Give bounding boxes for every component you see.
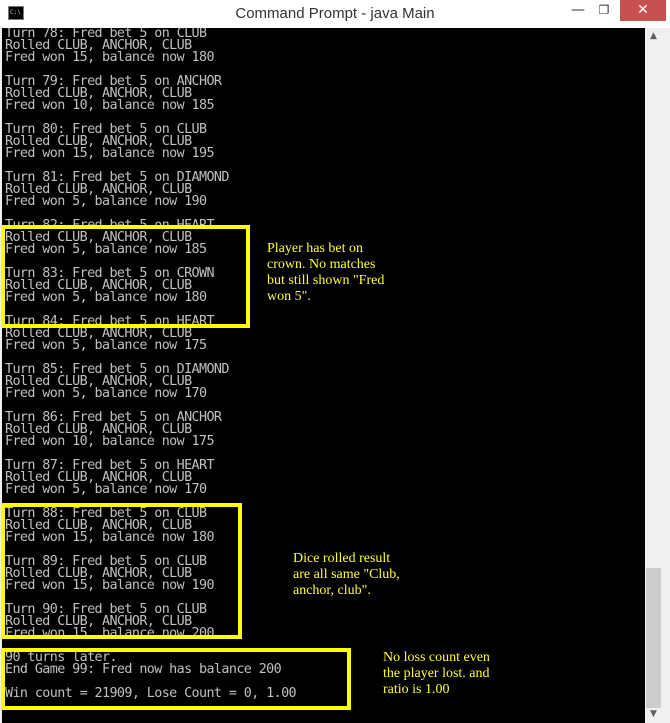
highlight-box-turns-88-90 [1, 503, 242, 639]
console-line: Fred won 5, balance now 170 [5, 386, 207, 401]
scroll-down-arrow-icon[interactable]: ▼ [645, 706, 662, 723]
console-line: Fred won 15, balance now 195 [5, 146, 215, 161]
console-line: Fred won 5, balance now 175 [5, 338, 207, 353]
scroll-up-arrow-icon[interactable]: ▲ [645, 28, 662, 45]
annotation-note-bet-on-crown: Player has bet on crown. No matches but … [267, 241, 385, 304]
console-line: Fred won 10, balance now 185 [5, 98, 215, 113]
scrollbar-thumb[interactable] [646, 568, 661, 708]
annotation-note-dice-same: Dice rolled result are all same "Club, a… [293, 551, 400, 598]
title-bar[interactable]: C:\ Command Prompt - java Main — ❐ ✕ [0, 0, 670, 28]
annotation-note-no-loss-count: No loss count even the player lost. and … [383, 650, 490, 697]
vertical-scrollbar[interactable]: ▲ ▼ [645, 28, 662, 723]
console-line: Fred won 5, balance now 190 [5, 194, 207, 209]
console-line: Fred won 15, balance now 180 [5, 50, 215, 65]
highlight-box-win-count [1, 648, 351, 710]
console-line: Fred won 10, balance now 175 [5, 434, 215, 449]
close-button[interactable]: ✕ [620, 0, 666, 21]
console-line: Fred won 5, balance now 170 [5, 482, 207, 497]
minimize-button[interactable]: — [566, 0, 590, 21]
highlight-box-turns-82-84 [1, 225, 250, 328]
restore-button[interactable]: ❐ [590, 0, 618, 21]
